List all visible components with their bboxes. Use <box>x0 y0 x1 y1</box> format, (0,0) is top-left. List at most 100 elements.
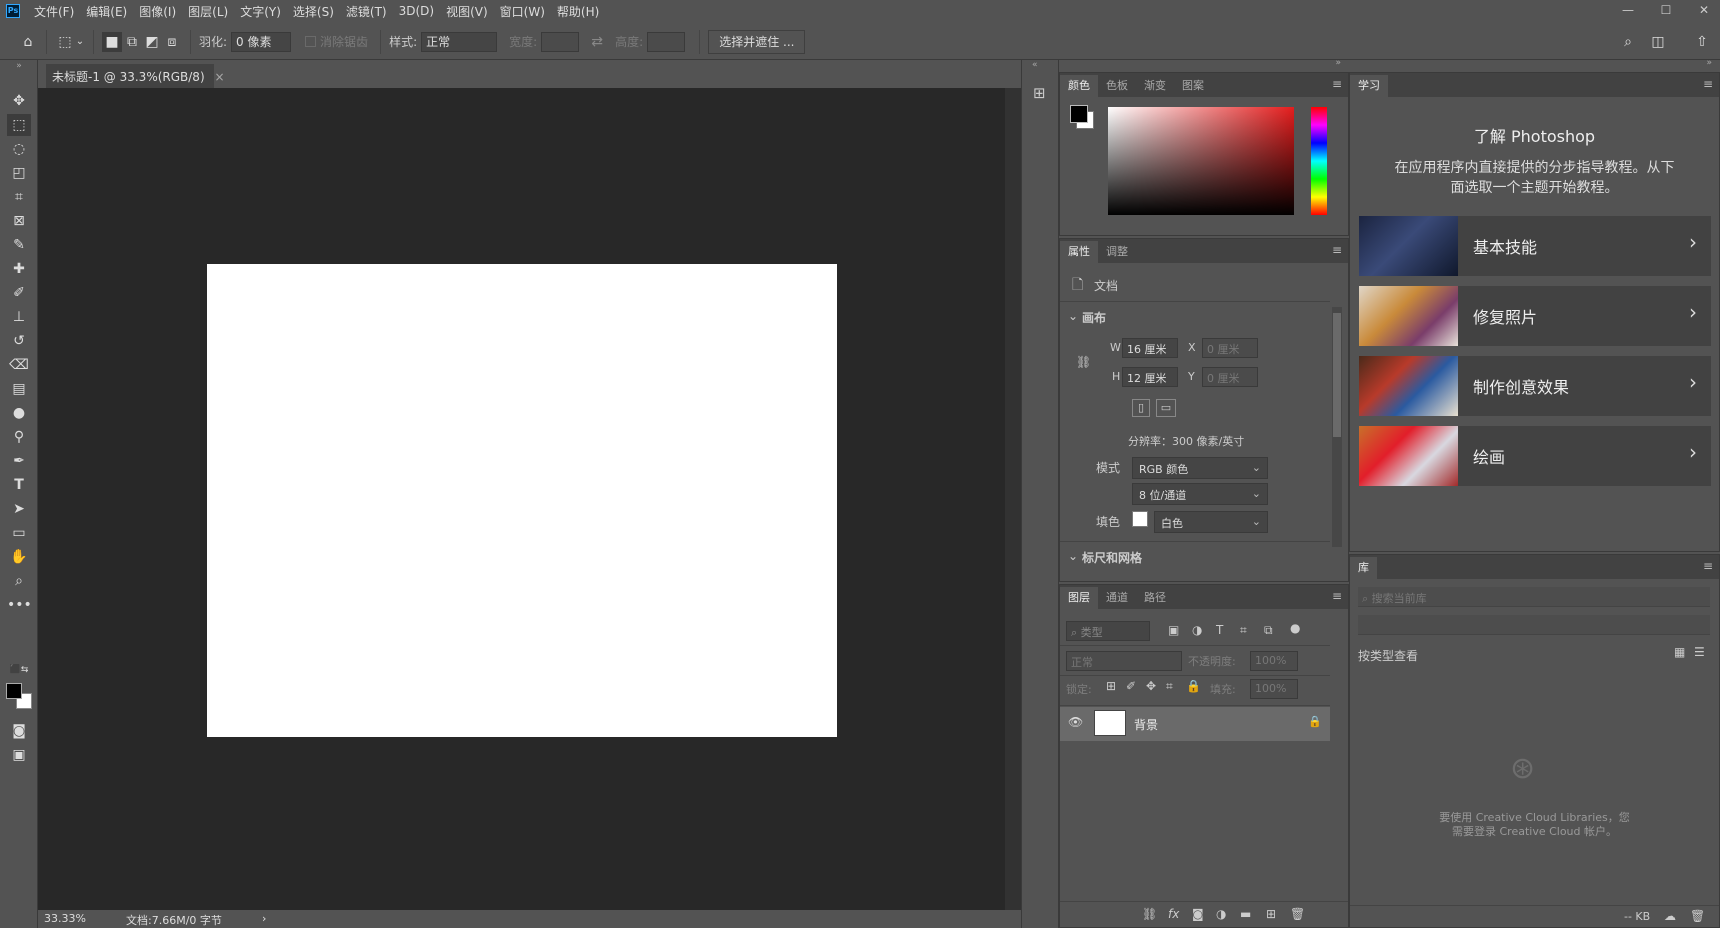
tab-learn[interactable]: 学习 <box>1350 75 1388 97</box>
list-view-icon[interactable]: ☰ <box>1694 645 1705 659</box>
move-tool-icon[interactable]: ✥ <box>7 90 31 112</box>
hand-tool-icon[interactable]: ✋ <box>7 546 31 568</box>
lock-position-icon[interactable]: ✥ <box>1146 679 1156 693</box>
tab-swatches[interactable]: 色板 <box>1098 75 1136 97</box>
canvas-y-input[interactable]: 0 厘米 <box>1202 367 1258 387</box>
properties-scrollbar[interactable] <box>1332 307 1342 547</box>
tab-patterns[interactable]: 图案 <box>1174 75 1212 97</box>
canvas-section-title[interactable]: 画布 <box>1082 309 1106 326</box>
color-field[interactable] <box>1108 107 1294 215</box>
lock-transparent-icon[interactable]: ⊞ <box>1106 679 1116 693</box>
tab-gradients[interactable]: 渐变 <box>1136 75 1174 97</box>
learn-card-painting[interactable]: 绘画 › <box>1359 426 1711 486</box>
fill-input[interactable]: 100% <box>1250 679 1298 699</box>
learn-card-basic-skills[interactable]: 基本技能 › <box>1359 216 1711 276</box>
tab-properties[interactable]: 属性 <box>1060 241 1098 263</box>
width-input[interactable] <box>541 31 580 52</box>
new-adjustment-icon[interactable]: ◑ <box>1216 907 1226 921</box>
rulers-grids-section-title[interactable]: 标尺和网格 <box>1082 549 1142 566</box>
healing-brush-tool-icon[interactable]: ✚ <box>7 258 31 280</box>
history-brush-tool-icon[interactable]: ↺ <box>7 330 31 352</box>
canvas-x-input[interactable]: 0 厘米 <box>1202 338 1258 358</box>
layer-filter-select[interactable]: ⌕ 类型 <box>1066 621 1150 641</box>
menu-help[interactable]: 帮助(H) <box>551 3 605 20</box>
layer-row[interactable]: 👁 背景 🔒 <box>1060 707 1330 741</box>
document-tab[interactable]: 未标题-1 @ 33.3%(RGB/8) × <box>46 64 225 88</box>
menu-layer[interactable]: 图层(L) <box>182 3 234 20</box>
history-panel-icon[interactable]: ⊞ <box>1033 84 1046 102</box>
portrait-orientation-icon[interactable]: ▯ <box>1132 399 1150 417</box>
filter-adjustment-icon[interactable]: ◑ <box>1192 623 1202 637</box>
status-menu-arrow[interactable]: › <box>262 912 266 925</box>
menu-filter[interactable]: 滤镜(T) <box>340 3 393 20</box>
bit-depth-select[interactable]: 8 位/通道 <box>1132 483 1268 505</box>
quick-mask-icon[interactable]: ◙ <box>7 720 31 742</box>
chevron-down-icon[interactable]: ⌄ <box>1068 309 1078 323</box>
frame-tool-icon[interactable]: ⊠ <box>7 210 31 232</box>
library-select[interactable] <box>1358 615 1710 635</box>
panel-menu-icon[interactable]: ≡ <box>1332 243 1342 257</box>
lock-image-icon[interactable]: ✐ <box>1126 679 1136 693</box>
add-mask-icon[interactable]: ◙ <box>1192 907 1204 921</box>
view-by-type-select[interactable]: 按类型查看 <box>1358 647 1418 664</box>
tab-channels[interactable]: 通道 <box>1098 587 1136 609</box>
crop-tool-icon[interactable]: ⌗ <box>7 186 31 208</box>
tab-paths[interactable]: 路径 <box>1136 587 1174 609</box>
collapse-tools-icon[interactable]: » <box>7 60 31 72</box>
menu-3d[interactable]: 3D(D) <box>393 4 440 18</box>
panel-menu-icon[interactable]: ≡ <box>1332 589 1342 603</box>
filter-pixel-icon[interactable]: ▣ <box>1168 623 1179 637</box>
collapse-panels-icon[interactable]: » <box>1335 58 1341 68</box>
home-icon[interactable]: ⌂ <box>18 32 38 52</box>
menu-image[interactable]: 图像(I) <box>133 3 182 20</box>
swap-icon[interactable]: ⇄ <box>587 32 607 52</box>
collapse-panels-icon[interactable]: » <box>1706 58 1712 68</box>
share-icon[interactable]: ⇧ <box>1692 32 1712 52</box>
menu-file[interactable]: 文件(F) <box>28 3 80 20</box>
type-tool-icon[interactable]: T <box>7 474 31 496</box>
color-foreground-swatch[interactable] <box>1070 105 1088 123</box>
maximize-button[interactable]: ☐ <box>1648 0 1684 22</box>
zoom-tool-icon[interactable]: ⌕ <box>7 570 31 592</box>
chevron-down-icon[interactable]: ⌄ <box>75 32 85 52</box>
panel-menu-icon[interactable]: ≡ <box>1703 559 1713 573</box>
gradient-tool-icon[interactable]: ▤ <box>7 378 31 400</box>
grid-view-icon[interactable]: ▦ <box>1674 645 1685 659</box>
marquee-preset-icon[interactable]: ⬚ <box>55 32 75 52</box>
add-selection-icon[interactable]: ⧉ <box>122 32 142 52</box>
visibility-eye-icon[interactable]: 👁 <box>1068 715 1083 729</box>
intersect-selection-icon[interactable]: ⧈ <box>162 32 182 52</box>
opacity-input[interactable]: 100% <box>1250 651 1298 671</box>
path-selection-tool-icon[interactable]: ➤ <box>7 498 31 520</box>
menu-view[interactable]: 视图(V) <box>440 3 494 20</box>
layer-name[interactable]: 背景 <box>1134 716 1158 733</box>
fill-color-swatch[interactable] <box>1132 511 1148 527</box>
feather-input[interactable]: 0 像素 <box>231 31 292 52</box>
subtract-selection-icon[interactable]: ◩ <box>142 32 162 52</box>
filter-toggle-icon[interactable]: ● <box>1290 621 1300 635</box>
antialias-checkbox[interactable] <box>305 36 317 47</box>
style-select[interactable]: 正常 <box>421 31 498 52</box>
filter-shape-icon[interactable]: ⌗ <box>1240 623 1247 638</box>
screen-mode-icon[interactable]: ▣ <box>7 744 31 766</box>
link-layers-icon[interactable]: ⛓ <box>1142 907 1157 921</box>
hue-slider[interactable] <box>1311 107 1327 215</box>
close-tab-icon[interactable]: × <box>214 70 224 84</box>
landscape-orientation-icon[interactable]: ▭ <box>1156 399 1176 417</box>
menu-edit[interactable]: 编辑(E) <box>80 3 133 20</box>
canvas-height-input[interactable]: 12 厘米 <box>1122 367 1178 387</box>
tab-adjustments[interactable]: 调整 <box>1098 241 1136 263</box>
vertical-scrollbar[interactable] <box>1005 88 1021 910</box>
dodge-tool-icon[interactable]: ⚲ <box>7 426 31 448</box>
height-input[interactable] <box>647 31 686 52</box>
new-group-icon[interactable]: ▬ <box>1240 907 1251 921</box>
search-icon[interactable]: ⌕ <box>1618 32 1638 52</box>
panel-menu-icon[interactable]: ≡ <box>1703 77 1713 91</box>
minimize-button[interactable]: — <box>1610 0 1646 22</box>
workspace-icon[interactable]: ◫ <box>1648 32 1668 52</box>
close-window-button[interactable]: ✕ <box>1686 0 1720 22</box>
cloud-sync-icon[interactable]: ☁ <box>1664 909 1676 923</box>
eyedropper-tool-icon[interactable]: ✎ <box>7 234 31 256</box>
filter-smart-object-icon[interactable]: ⧉ <box>1264 623 1273 638</box>
lock-all-icon[interactable]: 🔒 <box>1186 679 1201 693</box>
